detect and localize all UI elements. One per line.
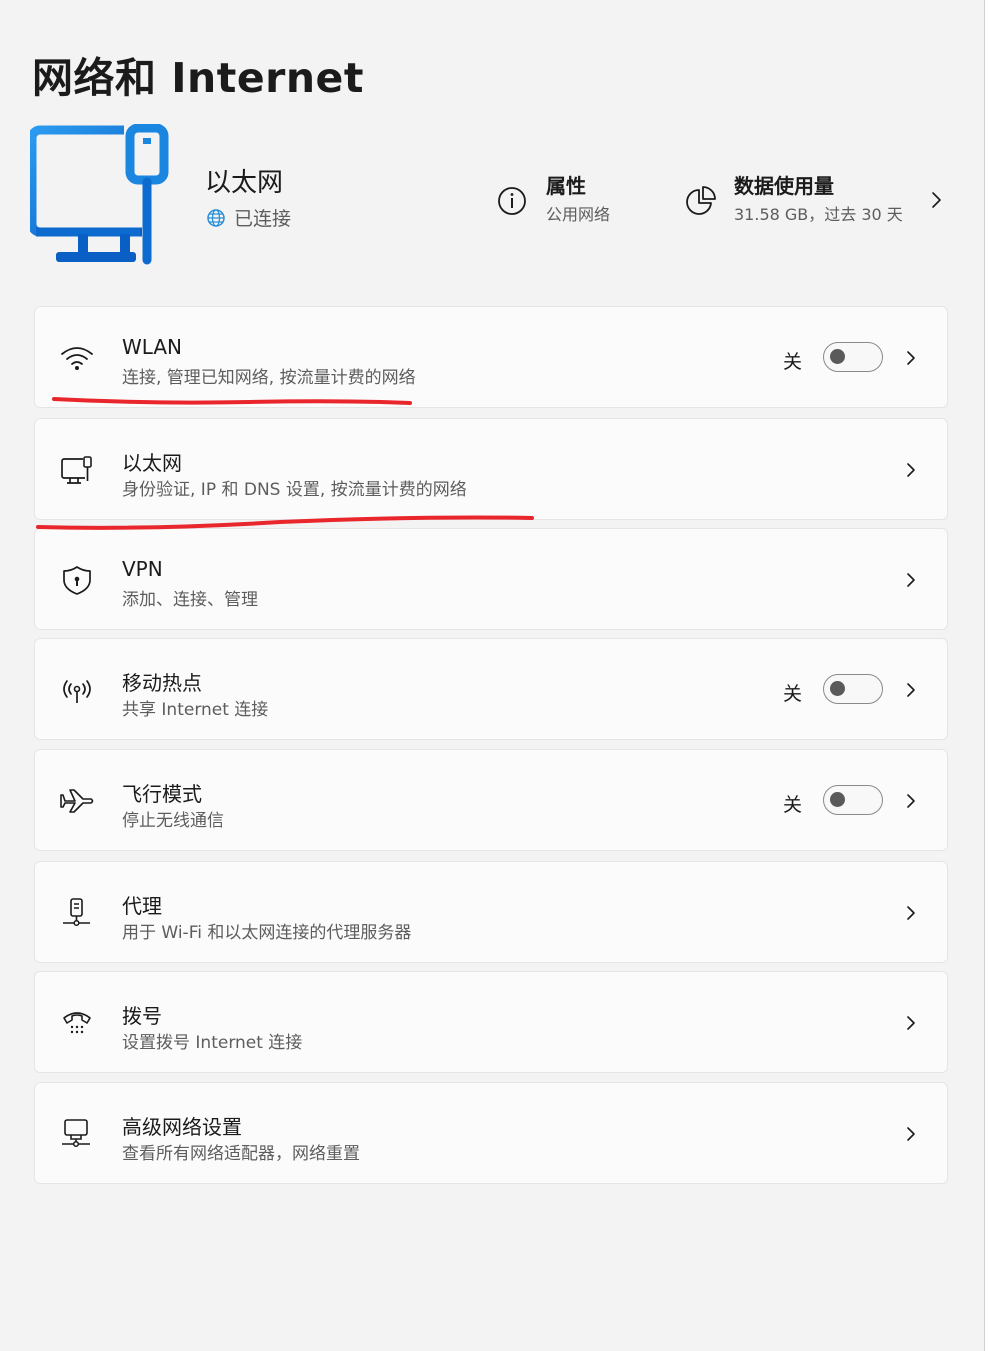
airplane-mode-subtitle: 停止无线通信: [122, 811, 224, 831]
proxy-title: 代理: [122, 894, 162, 918]
window-right-edge: [984, 0, 988, 1351]
airplane-mode-title: 飞行模式: [122, 782, 202, 806]
wlan-state: 关: [783, 351, 803, 373]
vpn-card[interactable]: VPN 添加、连接、管理: [34, 528, 948, 630]
chevron-right-icon: [907, 1016, 915, 1030]
globe-icon: [207, 208, 225, 227]
hotspot-icon: [63, 680, 91, 703]
hotspot-card[interactable]: 移动热点 共享 Internet 连接 关: [34, 638, 948, 740]
proxy-icon: [63, 898, 90, 927]
properties-title: 属性: [546, 174, 586, 198]
ethernet-monitor-icon: [27, 123, 172, 266]
advanced-network-icon: [62, 1119, 90, 1148]
chevron-right-icon: [907, 906, 915, 920]
ethernet-title: 以太网: [122, 451, 182, 475]
hotspot-state: 关: [783, 683, 803, 705]
toggle-knob: [830, 792, 845, 807]
info-icon: [498, 187, 526, 215]
proxy-card[interactable]: 代理 用于 Wi-Fi 和以太网连接的代理服务器: [34, 861, 948, 963]
airplane-mode-toggle[interactable]: [823, 785, 883, 815]
dialup-card[interactable]: 拨号 设置拨号 Internet 连接: [34, 971, 948, 1073]
hotspot-title: 移动热点: [122, 671, 202, 695]
proxy-subtitle: 用于 Wi-Fi 和以太网连接的代理服务器: [122, 923, 412, 943]
wifi-icon: [61, 347, 93, 370]
airplane-mode-state: 关: [783, 794, 803, 816]
chevron-right-icon: [907, 794, 915, 808]
page-title: 网络和 Internet: [32, 54, 364, 102]
wlan-title: WLAN: [122, 335, 183, 359]
chevron-right-icon: [907, 351, 915, 365]
ethernet-subtitle: 身份验证, IP 和 DNS 设置, 按流量计费的网络: [122, 480, 467, 500]
chevron-right-icon[interactable]: [928, 188, 944, 212]
wlan-subtitle: 连接, 管理已知网络, 按流量计费的网络: [122, 368, 416, 388]
chevron-right-icon: [907, 683, 915, 697]
chevron-right-icon: [907, 573, 915, 587]
vpn-subtitle: 添加、连接、管理: [122, 590, 258, 610]
chevron-right-icon: [907, 463, 915, 477]
properties-subtitle: 公用网络: [546, 205, 611, 224]
toggle-knob: [830, 681, 845, 696]
connection-name: 以太网: [205, 168, 284, 198]
hotspot-subtitle: 共享 Internet 连接: [122, 700, 269, 720]
advanced-network-title: 高级网络设置: [122, 1115, 242, 1139]
pie-chart-icon: [686, 186, 716, 215]
data-usage-link[interactable]: 数据使用量 31.58 GB，过去 30 天: [684, 172, 903, 230]
vpn-title: VPN: [122, 557, 163, 581]
connection-status-text: 已连接: [234, 208, 292, 230]
airplane-mode-card[interactable]: 飞行模式 停止无线通信 关: [34, 749, 948, 851]
properties-link[interactable]: 属性 公用网络: [496, 172, 610, 230]
airplane-icon: [60, 789, 94, 813]
data-usage-subtitle: 31.58 GB，过去 30 天: [734, 205, 903, 224]
dialup-subtitle: 设置拨号 Internet 连接: [122, 1033, 303, 1053]
dialup-title: 拨号: [122, 1004, 162, 1028]
dialup-icon: [63, 1012, 91, 1034]
data-usage-title: 数据使用量: [734, 174, 834, 198]
wlan-card[interactable]: WLAN 连接, 管理已知网络, 按流量计费的网络 关: [34, 306, 948, 408]
ethernet-icon: [61, 456, 92, 484]
wlan-toggle[interactable]: [823, 342, 883, 372]
chevron-right-icon: [907, 1127, 915, 1141]
ethernet-card[interactable]: 以太网 身份验证, IP 和 DNS 设置, 按流量计费的网络: [34, 418, 948, 520]
toggle-knob: [830, 349, 845, 364]
advanced-network-card[interactable]: 高级网络设置 查看所有网络适配器，网络重置: [34, 1082, 948, 1184]
shield-icon: [63, 566, 91, 595]
advanced-network-subtitle: 查看所有网络适配器，网络重置: [122, 1144, 360, 1164]
connection-status: 已连接: [206, 204, 291, 231]
hotspot-toggle[interactable]: [823, 674, 883, 704]
